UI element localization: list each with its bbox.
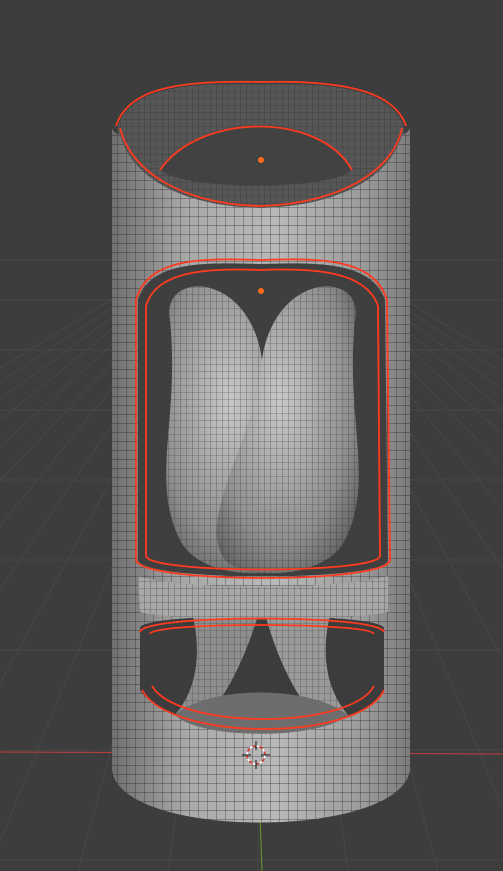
object-origin-icon[interactable]: [258, 288, 264, 294]
object-origin-icon[interactable]: [258, 157, 264, 163]
3d-viewport[interactable]: [0, 0, 503, 871]
viewport-canvas[interactable]: [0, 0, 503, 871]
